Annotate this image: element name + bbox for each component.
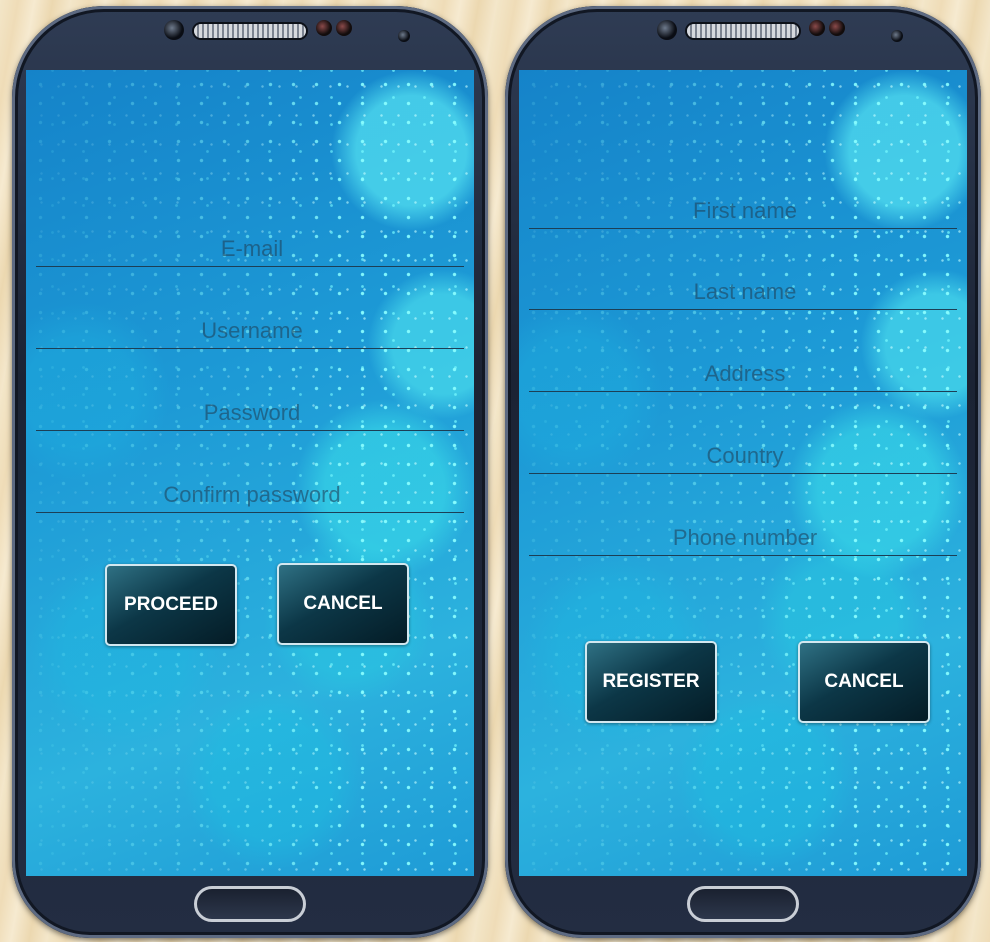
- proximity-sensor-icon: [316, 20, 332, 36]
- email-field-container: [36, 230, 468, 268]
- last-name-field[interactable]: [529, 273, 961, 311]
- country-field-container: [529, 437, 961, 475]
- confirm-password-field-container: [36, 476, 468, 514]
- proceed-button[interactable]: PROCEED: [105, 564, 237, 646]
- register-button[interactable]: REGISTER: [585, 641, 717, 723]
- speaker-grille: [194, 24, 306, 38]
- email-field[interactable]: [36, 230, 468, 268]
- username-field-container: [36, 312, 468, 350]
- password-field-container: [36, 394, 468, 432]
- register-screen: REGISTER CANCEL: [519, 70, 967, 876]
- bokeh-background: [26, 70, 474, 876]
- cancel-button-login[interactable]: CANCEL: [277, 563, 409, 645]
- light-sensor-icon: [829, 20, 845, 36]
- phone-left: PROCEED CANCEL: [12, 6, 488, 938]
- password-field[interactable]: [36, 394, 468, 432]
- phone-number-field[interactable]: [529, 519, 961, 557]
- home-button[interactable]: [687, 886, 799, 922]
- home-button[interactable]: [194, 886, 306, 922]
- speaker-grille: [687, 24, 799, 38]
- first-name-field[interactable]: [529, 192, 961, 230]
- notification-led-icon: [398, 30, 410, 42]
- front-camera-icon: [657, 20, 677, 40]
- first-name-field-container: [529, 192, 961, 230]
- cancel-button-register[interactable]: CANCEL: [798, 641, 930, 723]
- login-screen: PROCEED CANCEL: [26, 70, 474, 876]
- proximity-sensor-icon: [809, 20, 825, 36]
- last-name-field-container: [529, 273, 961, 311]
- light-sensor-icon: [336, 20, 352, 36]
- country-field[interactable]: [529, 437, 961, 475]
- address-field-container: [529, 355, 961, 393]
- address-field[interactable]: [529, 355, 961, 393]
- phone-right: REGISTER CANCEL: [505, 6, 981, 938]
- username-field[interactable]: [36, 312, 468, 350]
- confirm-password-field[interactable]: [36, 476, 468, 514]
- front-camera-icon: [164, 20, 184, 40]
- phone-number-field-container: [529, 519, 961, 557]
- notification-led-icon: [891, 30, 903, 42]
